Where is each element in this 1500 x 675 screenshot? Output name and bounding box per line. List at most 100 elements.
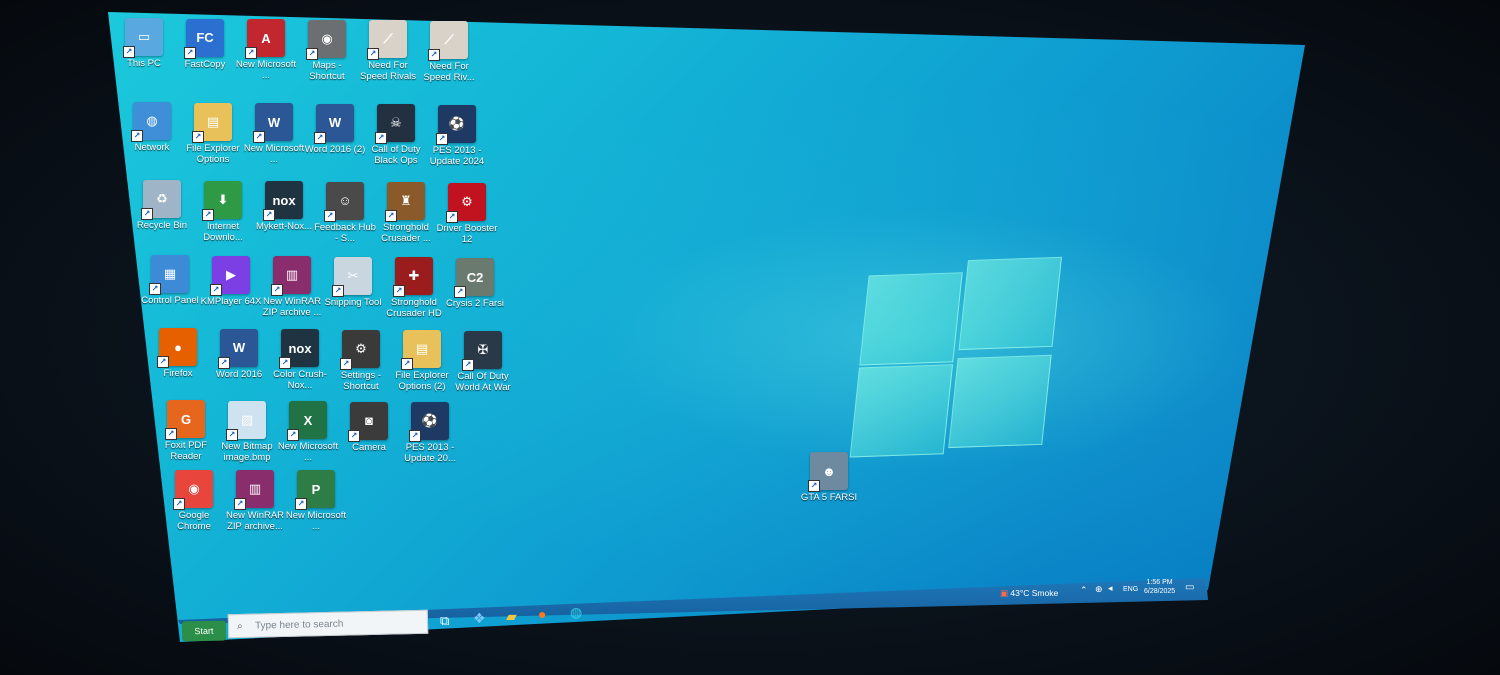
network-icon[interactable]: ⊕ — [1095, 584, 1103, 595]
desktop-icon-label: Call of Duty Black Ops — [371, 144, 421, 167]
weather-icon: ▣ — [1000, 588, 1009, 598]
app-icon: ▤ ↗ — [401, 330, 441, 371]
desktop-icon-label: New Microsoft ... — [277, 441, 339, 464]
desktop-icon[interactable]: ▤ ↗ File Explorer Options — [181, 102, 245, 165]
desktop-icon[interactable]: ◍ ↗ Network — [120, 102, 184, 153]
desktop-icon[interactable]: ✂ ↗ Snipping Tool — [321, 256, 385, 308]
desktop-icon[interactable]: ⚙ ↗ Driver Booster 12 — [435, 183, 499, 245]
start-button[interactable]: Start — [181, 620, 227, 642]
desktop-icon[interactable]: ⚽ ↗ PES 2013 - Update 20... — [398, 402, 462, 464]
desktop-icon[interactable]: ✚ ↗ Stronghold Crusader HD — [382, 257, 446, 319]
app-icon: ✠ ↗ — [462, 331, 502, 371]
desktop-icon[interactable]: ⬇ ↗ Internet Downlo... — [191, 180, 255, 243]
desktop-icon[interactable]: ⚙ ↗ Settings - Shortcut — [329, 329, 393, 392]
desktop-icon[interactable]: ▥ ↗ New WinRAR ZIP archive ... — [260, 256, 324, 318]
desktop-icon[interactable]: ◉ ↗ Maps - Shortcut — [295, 19, 359, 82]
desktop-icon[interactable]: ▤ ↗ File Explorer Options (2) — [390, 330, 454, 392]
desktop-icon[interactable]: ⚽ ↗ PES 2013 - Update 2024 — [425, 105, 489, 167]
firefox-taskbar-icon[interactable]: ● — [538, 606, 546, 622]
desktop-icon[interactable]: nox ↗ Color Crush-Nox... — [268, 329, 332, 391]
desktop-icon-label: Maps - Shortcut — [309, 59, 345, 82]
shortcut-arrow-icon: ↗ — [332, 284, 344, 297]
desktop-icon-label: Settings - Shortcut — [340, 369, 382, 392]
app-icon: ✂ ↗ — [332, 256, 372, 297]
desktop-icon[interactable]: W ↗ New Microsoft ... — [242, 103, 306, 165]
desktop-icon-label: Recycle Bin — [136, 220, 188, 231]
desktop-icon-label: New WinRAR ZIP archive ... — [262, 296, 322, 319]
desktop-icon-label: File Explorer Options (2) — [395, 370, 449, 393]
shortcut-arrow-icon: ↗ — [340, 357, 352, 370]
app-icon: A ↗ — [245, 19, 285, 60]
search-input[interactable]: ⌕ Type here to search — [227, 609, 429, 639]
desktop-icon[interactable]: W ↗ Word 2016 (2) — [303, 103, 367, 155]
desktop-icon[interactable]: A ↗ New Microsoft ... — [234, 19, 298, 81]
desktop-icon-label: Foxit PDF Reader — [164, 440, 208, 462]
volume-icon[interactable]: ◂ — [1108, 583, 1113, 594]
desktop-icon[interactable]: ☺ ↗ Feedback Hub - S... — [313, 181, 377, 244]
app-icon: ▤ ↗ — [192, 102, 232, 143]
shortcut-arrow-icon: ↗ — [157, 356, 169, 368]
desktop-icon[interactable]: C2 ↗ Crysis 2 Farsi — [443, 258, 507, 309]
shortcut-arrow-icon: ↗ — [287, 429, 299, 442]
app-icon: ▭ ↗ — [123, 18, 163, 58]
shortcut-arrow-icon: ↗ — [253, 131, 265, 144]
desktop-icon[interactable]: ▦ ↗ Control Panel — [138, 255, 202, 306]
shortcut-arrow-icon: ↗ — [401, 358, 413, 371]
desktop-icon-label: PES 2013 - Update 2024 — [429, 145, 485, 167]
app-taskbar-icon[interactable]: ◍ — [570, 604, 582, 621]
desktop-icon[interactable]: ✠ ↗ Call Of Duty World At War — [451, 331, 515, 393]
desktop-icon[interactable]: ▨ ↗ New Bitmap image.bmp — [215, 400, 279, 463]
task-view-icon[interactable]: ⧉ — [440, 613, 449, 629]
desktop-icon[interactable]: X ↗ New Microsoft ... — [276, 401, 340, 463]
shortcut-arrow-icon: ↗ — [165, 428, 177, 440]
weather-widget[interactable]: ▣ 43°C Smoke — [1000, 588, 1058, 599]
tray-overflow-icon[interactable]: ⌃ — [1080, 585, 1088, 596]
desktop-icon[interactable]: ▥ ↗ New WinRAR ZIP archive... — [223, 470, 287, 532]
desktop-icon[interactable]: ▭ ↗ This PC — [112, 18, 176, 69]
windows-logo — [849, 256, 1070, 458]
desktop-icon[interactable]: P ↗ New Microsoft ... — [284, 470, 348, 532]
desktop-icon-label: Mykett-Nox... — [256, 221, 312, 233]
desktop-icon-label: New Microsoft ... — [235, 59, 297, 82]
desktop-icon[interactable]: ♻ ↗ Recycle Bin — [130, 180, 194, 231]
app-icon: nox ↗ — [279, 329, 319, 370]
search-icon: ⌕ — [236, 620, 243, 633]
shortcut-arrow-icon: ↗ — [184, 46, 196, 59]
shortcut-arrow-icon: ↗ — [202, 208, 214, 221]
shortcut-arrow-icon: ↗ — [454, 286, 466, 298]
desktop-icon-label: KMPlayer 64X — [200, 295, 262, 307]
shortcut-arrow-icon: ↗ — [210, 283, 222, 296]
desktop-icon[interactable]: ▶ ↗ KMPlayer 64X — [199, 255, 263, 307]
desktop-icon[interactable]: ◉ ↗ Google Chrome — [162, 470, 226, 532]
desktop-icon[interactable]: W ↗ Word 2016 — [207, 328, 271, 380]
shortcut-arrow-icon: ↗ — [218, 356, 230, 369]
desktop-icon-label: Snipping Tool — [324, 296, 382, 308]
desktop-icon-label: Stronghold Crusader ... — [381, 222, 431, 245]
desktop-icon-label: Need For Speed Rivals — [360, 60, 416, 83]
language-indicator[interactable]: ENG — [1123, 586, 1138, 593]
shortcut-arrow-icon: ↗ — [348, 429, 360, 442]
shortcut-arrow-icon: ↗ — [436, 133, 448, 145]
desktop-icon[interactable]: FC ↗ FastCopy — [173, 18, 237, 70]
desktop-icon-label: FastCopy — [184, 58, 226, 70]
desktop-icon[interactable]: nox ↗ Mykett-Nox... — [252, 181, 316, 232]
app-icon: X ↗ — [287, 401, 327, 442]
app-icon: ◍ ↗ — [131, 102, 171, 142]
desktop-icon-label: File Explorer Options — [186, 142, 240, 165]
desktop-icon[interactable]: ♜ ↗ Stronghold Crusader ... — [374, 182, 438, 244]
desktop-icon[interactable]: ● ↗ Firefox — [146, 328, 210, 379]
desktop-icon[interactable]: G ↗ Foxit PDF Reader — [154, 400, 218, 462]
desktop-icon[interactable]: ◙ ↗ Camera — [337, 401, 401, 453]
desktop-icon[interactable]: ☠ ↗ Call of Duty Black Ops — [364, 104, 428, 166]
desktop-icon-label: Word 2016 (2) — [304, 143, 366, 155]
app-icon: ⚽ ↗ — [436, 105, 476, 145]
desktop-icon[interactable]: ⟋ ↗ Need For Speed Rivals — [356, 20, 420, 82]
desktop-icon[interactable]: ⟋ ↗ Need For Speed Riv... — [417, 21, 481, 83]
widgets-icon[interactable]: ❖ — [473, 610, 486, 627]
file-explorer-icon[interactable]: ▰ — [506, 608, 517, 625]
app-icon: W ↗ — [253, 103, 293, 144]
clock[interactable]: 1:56 PM 6/28/2025 — [1144, 578, 1175, 596]
notifications-icon[interactable]: ▭ — [1185, 582, 1194, 593]
desktop-icon[interactable]: ☻ ↗ GTA 5 FARSI — [797, 452, 861, 503]
desktop-icon-label: Call Of Duty World At War — [455, 371, 511, 393]
